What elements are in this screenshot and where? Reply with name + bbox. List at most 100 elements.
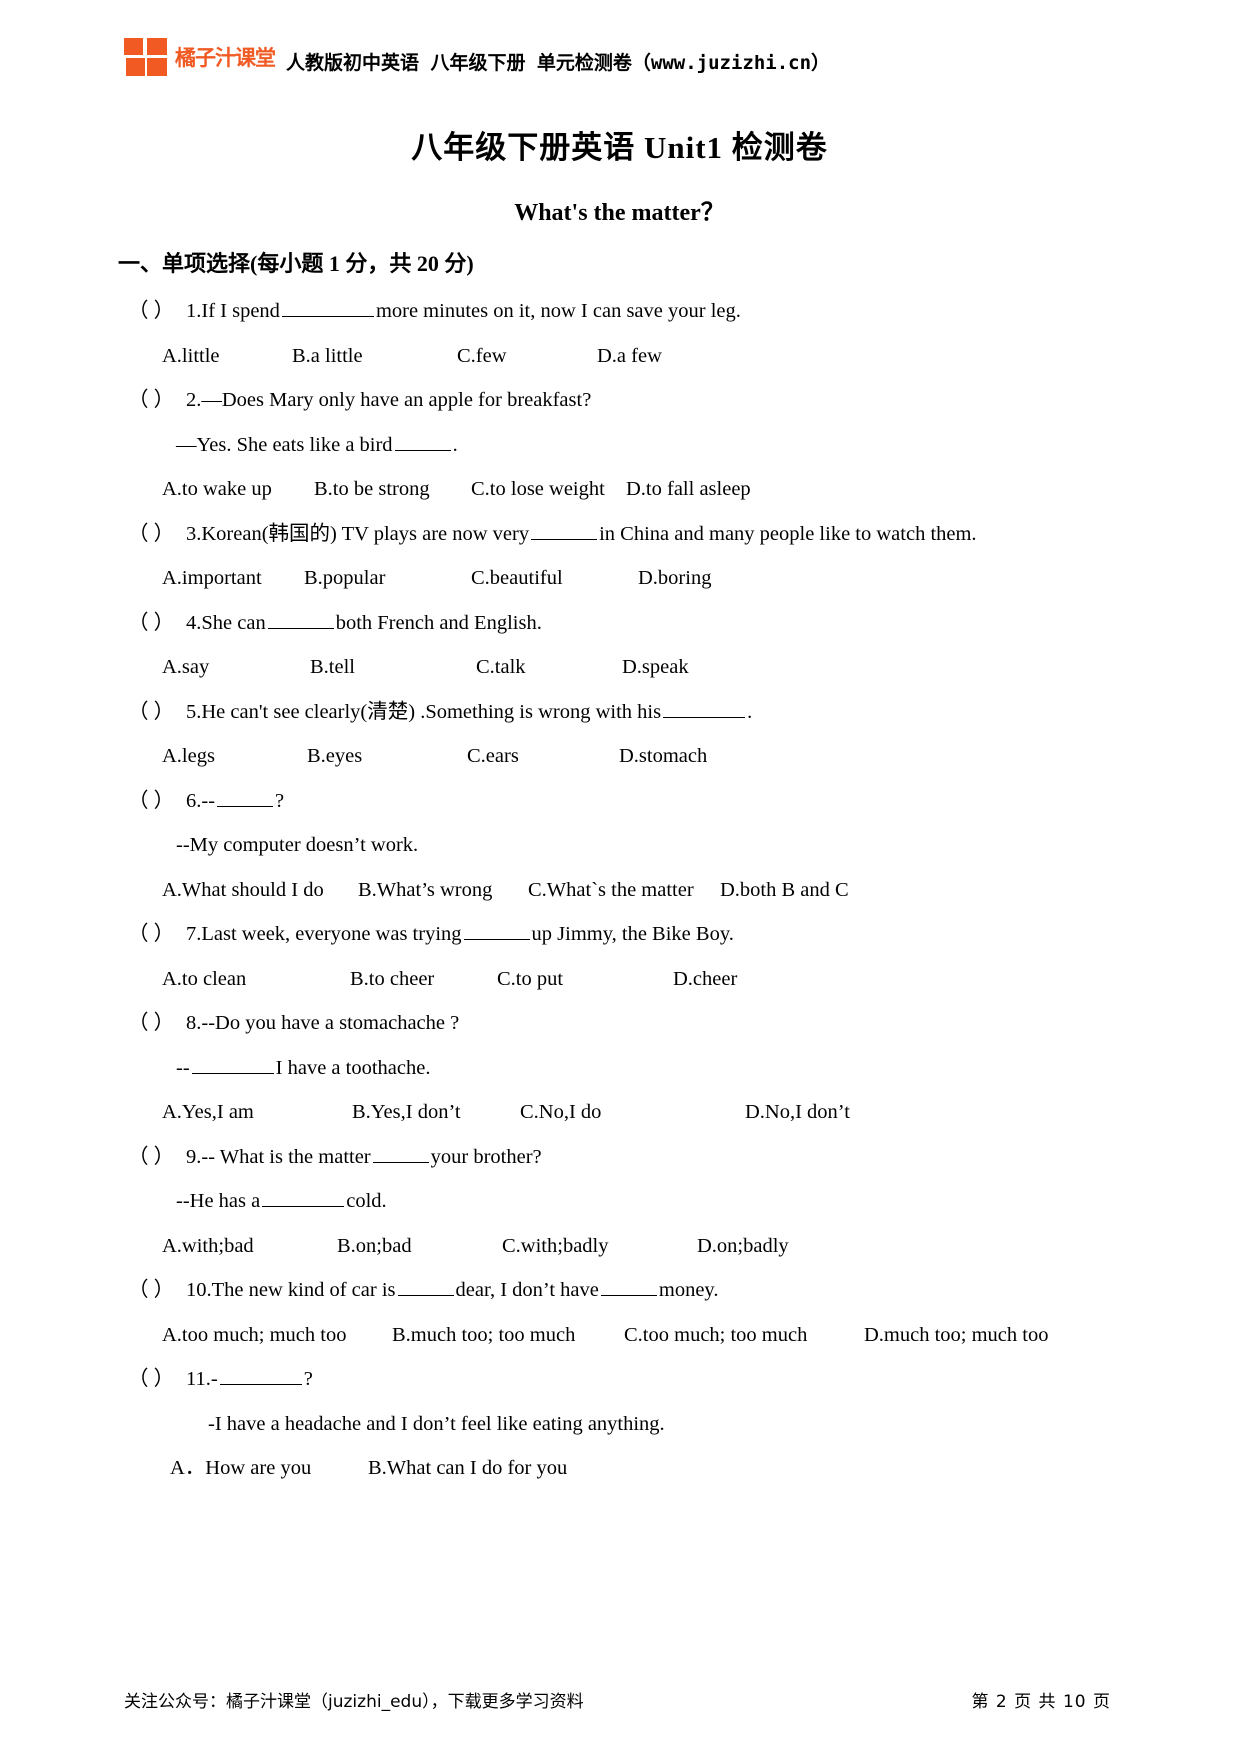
question-stem: （ ） 6.--? (0, 779, 1239, 824)
answer-paren[interactable]: （ ） (128, 1268, 186, 1313)
question-stem: （ ） 2.—Does Mary only have an apple for b… (0, 378, 1239, 423)
stem-text-tail: your brother? (430, 1145, 542, 1168)
option-d[interactable]: D.boring (638, 556, 711, 601)
section-heading: 一、单项选择(每小题 1 分，共 20 分) (118, 251, 474, 276)
option-a[interactable]: A.to wake up (162, 467, 314, 512)
option-a[interactable]: A.little (162, 334, 292, 379)
option-b[interactable]: B.Yes,I don’t (352, 1090, 520, 1135)
option-c[interactable]: C.few (457, 334, 597, 379)
answer-paren[interactable]: （ ） (128, 1135, 186, 1180)
question-options: A.important B.popular C.beautiful D.boring (0, 556, 1239, 601)
answer-paren[interactable]: （ ） (128, 1001, 186, 1046)
question-continuation: -I have a headache and I don’t feel like… (0, 1402, 1239, 1447)
option-b[interactable]: B.What can I do for you (368, 1446, 567, 1491)
footer-note: 关注公众号：橘子汁课堂（juzizhi_edu），下载更多学习资料 (124, 1692, 584, 1712)
answer-paren[interactable]: （ ） (128, 1357, 186, 1402)
stem-text: 6.-- (186, 789, 216, 812)
exam-page: 橘子汁课堂 人教版初中英语 八年级下册 单元检测卷（www.juzizhi.cn… (0, 0, 1239, 1753)
question-options: A.too much; much too B.much too; too much… (0, 1313, 1239, 1358)
question-stem: （ ） 5.He can't see clearly(清楚) .Something… (0, 690, 1239, 735)
page-number: 第 2 页 共 10 页 (971, 1692, 1111, 1712)
answer-blank (397, 1278, 454, 1296)
option-d[interactable]: D.No,I don’t (745, 1090, 850, 1135)
option-c[interactable]: C.to lose weight (471, 467, 626, 512)
option-c[interactable]: C.to put (497, 957, 673, 1002)
answer-paren[interactable]: （ ） (128, 601, 186, 646)
answer-paren[interactable]: （ ） (128, 779, 186, 824)
option-c[interactable]: C.What`s the matter (528, 868, 720, 913)
option-a[interactable]: A.important (162, 556, 304, 601)
answer-paren[interactable]: （ ） (128, 690, 186, 735)
stem-text-tail: up Jimmy, the Bike Boy. (531, 923, 734, 945)
option-b[interactable]: B.eyes (307, 734, 467, 779)
answer-paren[interactable]: （ ） (128, 378, 186, 423)
option-b[interactable]: B.tell (310, 645, 476, 690)
answer-paren[interactable]: （ ） (128, 912, 186, 957)
brand-logo: 橘子汁课堂 (124, 38, 276, 78)
option-c[interactable]: C.No,I do (520, 1090, 745, 1135)
stem-text-mid: dear, I don’t have (455, 1279, 599, 1301)
option-d[interactable]: D.cheer (673, 957, 737, 1002)
option-c[interactable]: C.ears (467, 734, 619, 779)
continuation-text-tail: cold. (346, 1190, 387, 1212)
option-b[interactable]: B.to cheer (350, 957, 497, 1002)
option-b[interactable]: B.a little (292, 334, 457, 379)
option-d[interactable]: D.both B and C (720, 868, 849, 913)
question-options: A.to clean B.to cheer C.to put D.cheer (0, 957, 1239, 1002)
option-a[interactable]: A．How are you (170, 1446, 368, 1491)
option-c[interactable]: C.talk (476, 645, 622, 690)
option-a[interactable]: A.Yes,I am (162, 1090, 352, 1135)
option-d[interactable]: D.to fall asleep (626, 467, 751, 512)
option-d[interactable]: D.much too; much too (864, 1313, 1048, 1358)
answer-blank (267, 611, 334, 629)
option-b[interactable]: B.popular (304, 556, 471, 601)
option-b[interactable]: B.on;bad (337, 1224, 502, 1269)
answer-blank (281, 299, 374, 317)
option-c[interactable]: C.beautiful (471, 556, 638, 601)
stem-text: 11.- (186, 1368, 218, 1390)
option-a[interactable]: A.to clean (162, 957, 350, 1002)
question-options: A.Yes,I am B.Yes,I don’t C.No,I do D.No,I d… (0, 1090, 1239, 1135)
stem-text-tail: money. (658, 1279, 719, 1301)
stem-text-tail: more minutes on it, now I can save your … (375, 300, 741, 322)
question-stem: （ ） 1.If I spend more minutes on it, now I… (0, 289, 1239, 334)
continuation-text: -I have a headache and I don’t feel like… (208, 1412, 665, 1435)
question-continuation: —Yes. She eats like a bird. (0, 423, 1239, 468)
question-options: A.little B.a little C.few D.a few (0, 334, 1239, 379)
stem-text: 3.Korean(韩国的) TV plays are now very (186, 522, 530, 545)
answer-blank (191, 1056, 274, 1074)
answer-paren[interactable]: （ ） (128, 289, 186, 334)
question-options: A．How are you B.What can I do for you (0, 1446, 1239, 1491)
option-a[interactable]: A.with;bad (162, 1224, 337, 1269)
stem-text: 9.-- What is the matter (186, 1145, 371, 1168)
stem-text: 4.She can (186, 611, 266, 634)
answer-blank (463, 922, 530, 940)
stem-text-tail: ? (275, 789, 285, 812)
question-options: A.to wake up B.to be strong C.to lose weig… (0, 467, 1239, 512)
option-a[interactable]: A.too much; much too (162, 1313, 392, 1358)
option-d[interactable]: D.on;badly (697, 1224, 789, 1269)
option-a[interactable]: A.say (162, 645, 310, 690)
page-subtitle: What's the matter？ (514, 200, 725, 226)
question-continuation: --He has a cold. (0, 1179, 1239, 1224)
option-d[interactable]: D.a few (597, 334, 662, 379)
answer-blank (394, 433, 451, 451)
option-a[interactable]: A.legs (162, 734, 307, 779)
option-d[interactable]: D.speak (622, 645, 689, 690)
option-d[interactable]: D.stomach (619, 734, 707, 779)
question-options: A.with;bad B.on;bad C.with;badly D.on;badly (0, 1224, 1239, 1269)
option-b[interactable]: B.much too; too much (392, 1313, 624, 1358)
stem-text-tail: ? (303, 1368, 313, 1390)
question-continuation: --My computer doesn’t work. (0, 823, 1239, 868)
question-list: （ ） 1.If I spend more minutes on it, now I… (0, 289, 1239, 1491)
question-stem: （ ） 8.--Do you have a stomachache ? (0, 1001, 1239, 1046)
option-a[interactable]: A.What should I do (162, 868, 358, 913)
option-c[interactable]: C.with;badly (502, 1224, 697, 1269)
option-c[interactable]: C.too much; too much (624, 1313, 864, 1358)
option-b[interactable]: B.to be strong (314, 467, 471, 512)
option-b[interactable]: B.What’s wrong (358, 868, 528, 913)
stem-text: 2.—Does Mary only have an apple for brea… (186, 389, 592, 411)
answer-paren[interactable]: （ ） (128, 512, 186, 557)
answer-blank (372, 1145, 429, 1163)
continuation-text: --He has a (176, 1190, 261, 1212)
